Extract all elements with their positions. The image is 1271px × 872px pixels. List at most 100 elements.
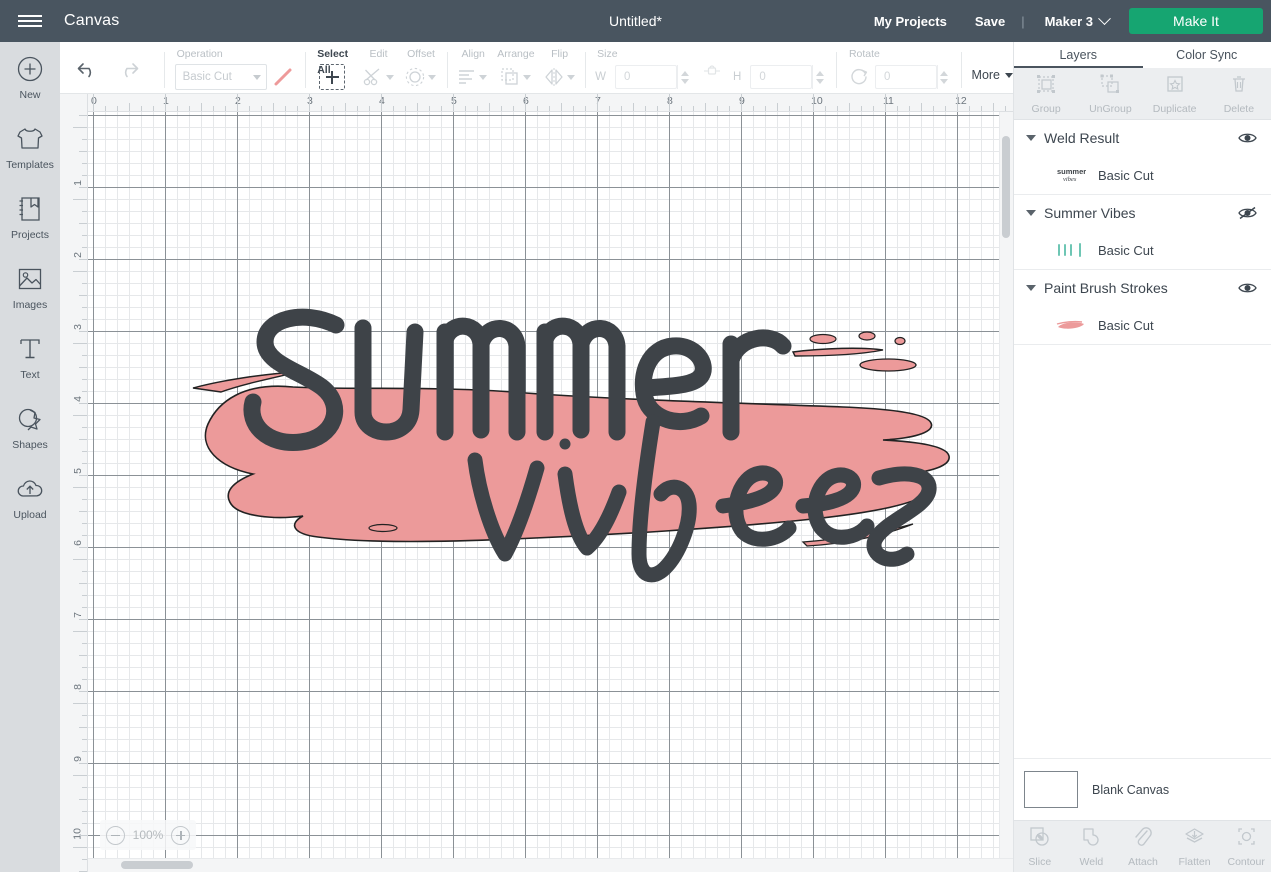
horizontal-scrollbar-thumb[interactable] [121,861,193,869]
rail-item-shapes[interactable]: Shapes [0,392,60,462]
panel-tabs: Layers Color Sync [1014,42,1271,68]
rail-item-text[interactable]: Text [0,322,60,392]
flip-button[interactable] [543,66,575,88]
ruler-tick [79,619,87,620]
operation-color-swatch[interactable] [271,65,295,89]
hamburger-icon[interactable] [0,0,60,42]
offset-button[interactable] [404,66,437,88]
zoom-in-button[interactable] [171,825,190,845]
ruler-tick [82,499,87,500]
ruler-tick [249,106,250,111]
height-field[interactable]: 0 [750,65,826,89]
offset-label: Offset [407,48,435,60]
height-stepper[interactable] [812,65,826,89]
layer-row-label: Basic Cut [1098,167,1154,183]
rail-item-templates[interactable]: Templates [0,112,60,182]
flatten-button[interactable]: Flatten [1169,821,1221,872]
ruler-v-tick-label: 2 [72,252,84,258]
ruler-tick [73,775,87,776]
rail-item-projects[interactable]: Projects [0,182,60,252]
group-button[interactable]: Group [1014,68,1078,119]
machine-name: Maker 3 [1044,13,1093,29]
ruler-tick [681,106,682,111]
ruler-tick [79,835,87,836]
layer-row[interactable]: Basic Cut [1014,306,1271,344]
canvas-area[interactable]: 0 1 2 3 4 5 6 7 8 9 10 11 12 1 2 3 4 5 6… [60,94,1018,872]
layer-row[interactable]: Basic Cut [1014,231,1271,269]
chevron-down-icon [479,74,488,80]
rail-item-images[interactable]: Images [0,252,60,322]
panel-action-bar: Group UnGroup Duplicate Delete [1014,68,1271,120]
ruler-tick [741,94,742,111]
vertical-scrollbar-track[interactable] [999,112,1013,872]
duplicate-button[interactable]: Duplicate [1143,68,1207,119]
rail-item-new[interactable]: New [0,42,60,112]
ruler-v-tick-label: 7 [72,612,84,618]
my-projects-link[interactable]: My Projects [860,14,961,29]
canvas-grid[interactable] [88,112,1013,872]
ruler-horizontal: 0 1 2 3 4 5 6 7 8 9 10 11 12 [60,94,1018,112]
canvas-color-swatch[interactable] [1024,771,1078,808]
attach-label: Attach [1128,855,1158,868]
chevron-down-icon[interactable] [1026,210,1036,216]
machine-selector[interactable]: Maker 3 [1027,11,1123,29]
arrange-button[interactable] [499,66,531,88]
slice-button[interactable]: Slice [1014,821,1066,872]
horizontal-scrollbar-track[interactable] [88,858,1013,872]
ruler-tick [633,103,634,111]
ruler-tick [93,94,94,111]
more-label: More [971,68,1001,82]
lock-icon[interactable] [695,63,729,91]
slice-label: Slice [1028,855,1052,868]
zoom-out-button[interactable] [106,825,125,845]
ruler-tick [79,259,87,260]
width-field[interactable]: 0 [615,65,691,89]
redo-icon[interactable] [116,60,140,80]
ruler-v-tick-label: 8 [72,684,84,690]
blank-canvas-row[interactable]: Blank Canvas [1014,758,1271,820]
select-all-button[interactable] [319,64,346,90]
ruler-tick [837,106,838,111]
chevron-down-icon[interactable] [1026,135,1036,141]
artwork-summer-vibes[interactable] [183,292,973,592]
edit-button[interactable] [362,66,394,88]
ruler-tick [82,319,87,320]
weld-button[interactable]: Weld [1066,821,1118,872]
ruler-tick [79,439,87,440]
layer-group-header[interactable]: Summer Vibes [1014,195,1271,231]
eye-slash-icon[interactable] [1237,206,1257,220]
flip-icon [544,68,563,86]
layer-row[interactable]: summer vibes Basic Cut [1014,156,1271,194]
delete-button[interactable]: Delete [1207,68,1271,119]
layer-group-header[interactable]: Weld Result [1014,120,1271,156]
rotate-field[interactable]: 0 [874,65,951,89]
layer-group-header[interactable]: Paint Brush Strokes [1014,270,1271,306]
eye-icon[interactable] [1237,281,1257,295]
make-it-button[interactable]: Make It [1129,8,1263,34]
rail-item-upload[interactable]: Upload [0,462,60,532]
align-button[interactable] [457,67,488,87]
ruler-tick [82,463,87,464]
ruler-tick [117,106,118,111]
ruler-tick [501,106,502,111]
eye-icon[interactable] [1237,131,1257,145]
width-stepper[interactable] [677,65,691,89]
rail-label: Templates [6,158,54,171]
divider [836,52,837,88]
plus-icon [325,70,339,84]
operation-select[interactable]: Basic Cut [174,64,267,90]
width-value: 0 [615,65,678,89]
save-button[interactable]: Save [961,14,1019,29]
ruler-tick [82,535,87,536]
attach-button[interactable]: Attach [1117,821,1169,872]
ruler-tick [82,175,87,176]
ungroup-button[interactable]: UnGroup [1078,68,1142,119]
more-button[interactable]: More [971,68,1014,82]
rotate-stepper[interactable] [936,65,951,89]
contour-button[interactable]: Contour [1220,821,1271,872]
tab-color-sync[interactable]: Color Sync [1143,42,1271,68]
tab-layers[interactable]: Layers [1014,42,1143,68]
vertical-scrollbar-thumb[interactable] [1002,136,1010,238]
chevron-down-icon[interactable] [1026,285,1036,291]
undo-icon[interactable] [76,60,100,80]
